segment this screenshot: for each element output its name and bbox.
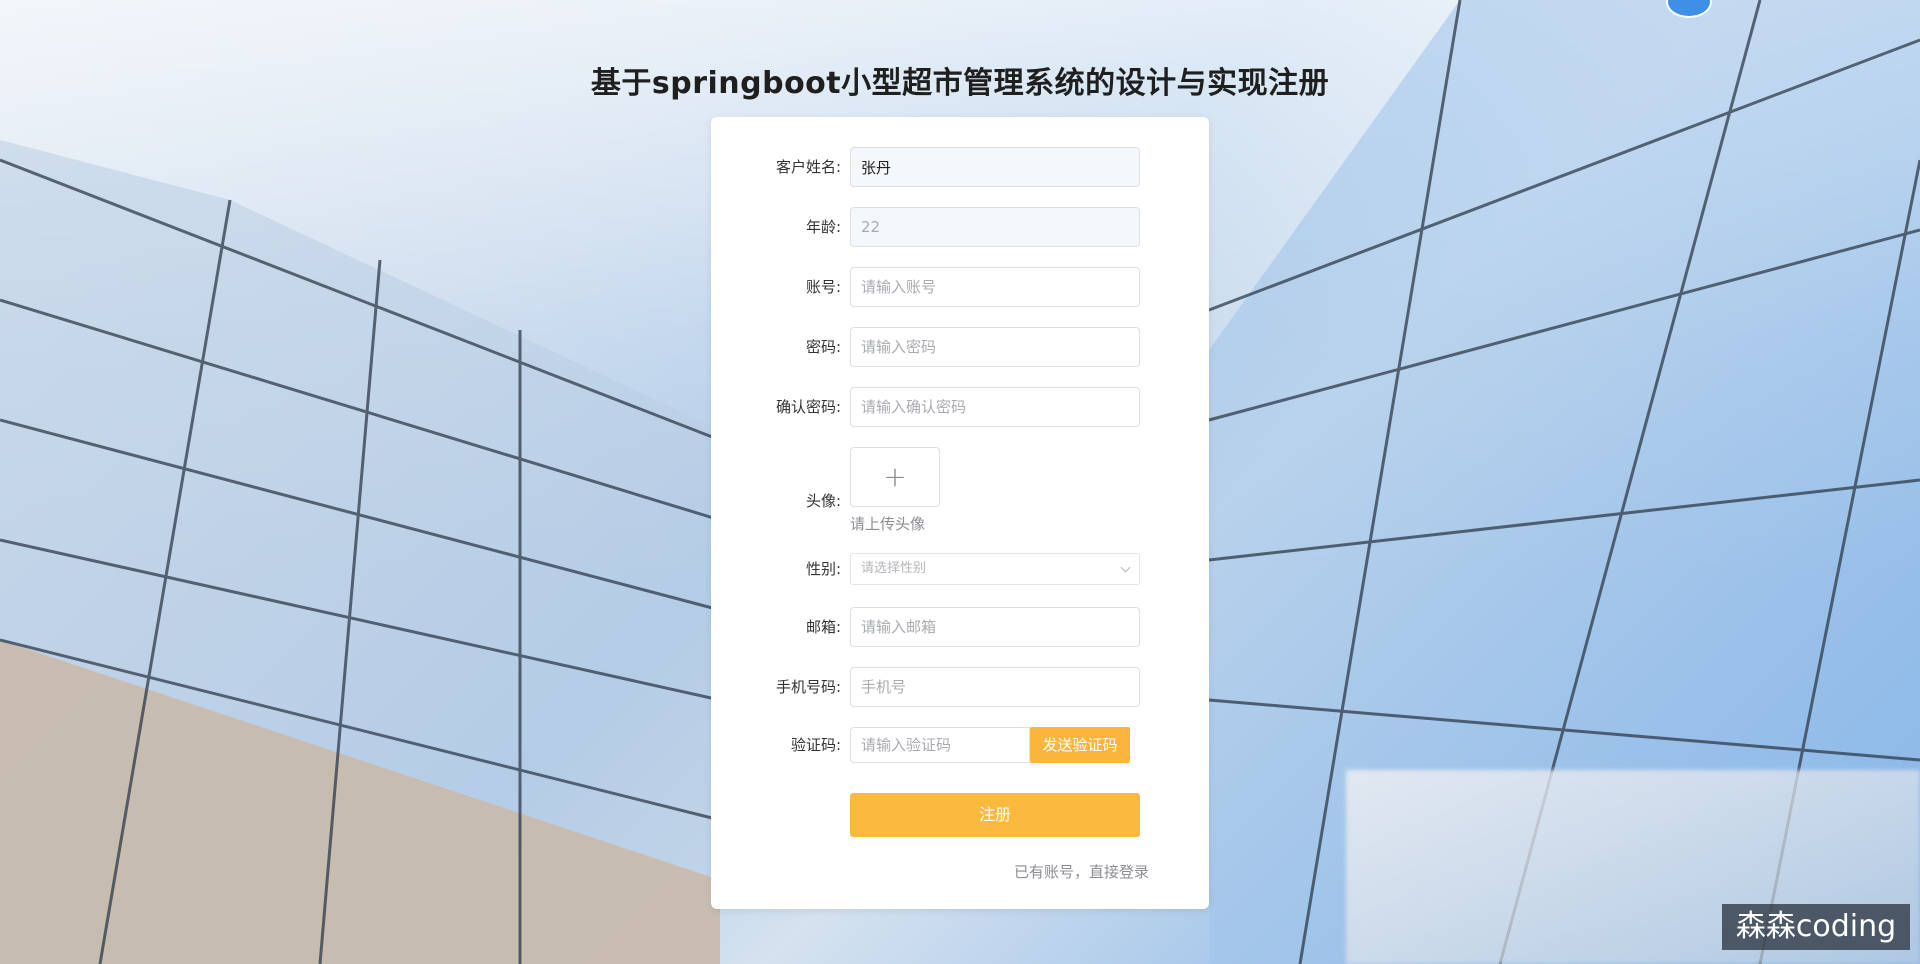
email-label: 邮箱: (805, 618, 841, 636)
confirm-password-row: 确认密码: (711, 387, 1209, 427)
avatar-row: 头像: + 请上传头像 (711, 447, 1209, 547)
phone-row: 手机号码: (711, 667, 1209, 707)
gender-label: 性别: (805, 560, 841, 578)
password-row: 密码: (711, 327, 1209, 367)
account-field-wrapper (850, 267, 1140, 307)
avatar-label: 头像: (805, 492, 841, 510)
name-label: 客户姓名: (775, 158, 841, 176)
account-input[interactable] (851, 268, 1131, 306)
send-code-button[interactable]: 发送验证码 (1030, 727, 1130, 763)
register-form-card: 客户姓名: 年龄: 账号: 密码: 确认密码: 头像: + 请上传头像 (711, 117, 1209, 909)
login-link[interactable]: 已有账号，直接登录 (1014, 861, 1149, 882)
code-row: 验证码: 发送验证码 (711, 727, 1209, 763)
code-label: 验证码: (790, 736, 841, 754)
phone-label: 手机号码: (775, 678, 841, 696)
age-label: 年龄: (805, 218, 841, 236)
phone-field-wrapper (850, 667, 1140, 707)
gender-select[interactable]: 请选择性别 (850, 553, 1140, 585)
password-input[interactable] (851, 328, 1131, 366)
avatar-upload-tip: 请上传头像 (850, 515, 926, 533)
email-input[interactable] (851, 608, 1131, 646)
age-input[interactable] (851, 208, 1131, 246)
age-field-wrapper (850, 207, 1140, 247)
watermark-text: 森森coding (1722, 904, 1910, 950)
code-field-wrapper (850, 727, 1030, 763)
account-row: 账号: (711, 267, 1209, 307)
email-row: 邮箱: (711, 607, 1209, 647)
password-label: 密码: (805, 338, 841, 356)
age-row: 年龄: (711, 207, 1209, 247)
chevron-down-icon (1120, 562, 1131, 573)
password-field-wrapper (850, 327, 1140, 367)
confirm-password-input[interactable] (851, 388, 1131, 426)
confirm-password-label: 确认密码: (775, 398, 841, 416)
name-row: 客户姓名: (711, 147, 1209, 187)
phone-input[interactable] (851, 668, 1131, 706)
name-field-wrapper (850, 147, 1140, 187)
account-label: 账号: (805, 278, 841, 296)
register-button[interactable]: 注册 (850, 793, 1140, 837)
email-field-wrapper (850, 607, 1140, 647)
name-input[interactable] (851, 148, 1131, 186)
code-input[interactable] (851, 728, 1026, 762)
gender-row: 性别: 请选择性别 (711, 553, 1209, 585)
confirm-password-field-wrapper (850, 387, 1140, 427)
gender-select-placeholder: 请选择性别 (861, 561, 927, 576)
avatar-upload-button[interactable]: + (850, 447, 940, 507)
page-title: 基于springboot小型超市管理系统的设计与实现注册 (590, 66, 1330, 101)
plus-icon: + (883, 460, 907, 493)
